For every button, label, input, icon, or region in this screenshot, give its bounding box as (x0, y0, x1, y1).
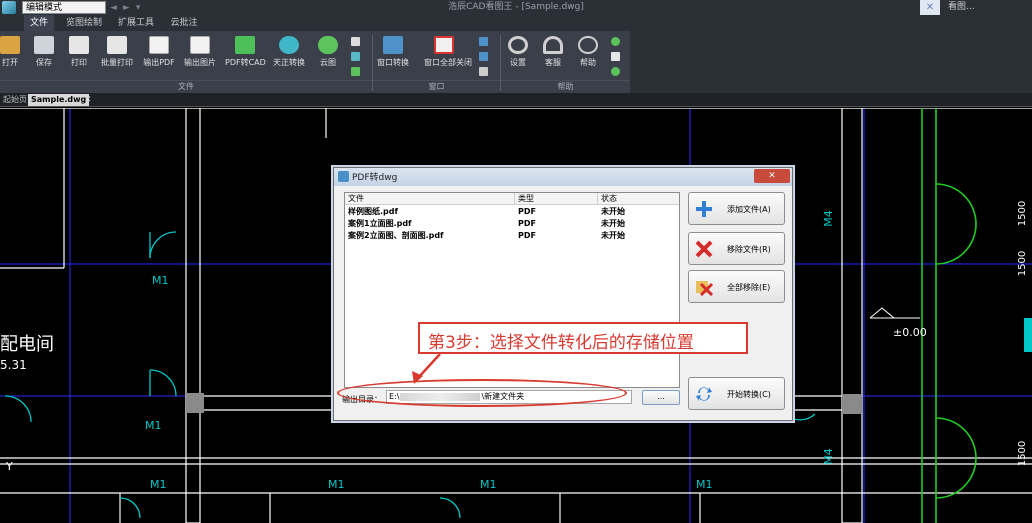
callout-text: 第3步：选择文件转化后的存储位置 (428, 333, 694, 353)
annotation-arrow (412, 353, 441, 384)
step-callout: 第3步：选择文件转化后的存储位置 (418, 322, 748, 354)
highlight-ellipse (337, 379, 627, 407)
